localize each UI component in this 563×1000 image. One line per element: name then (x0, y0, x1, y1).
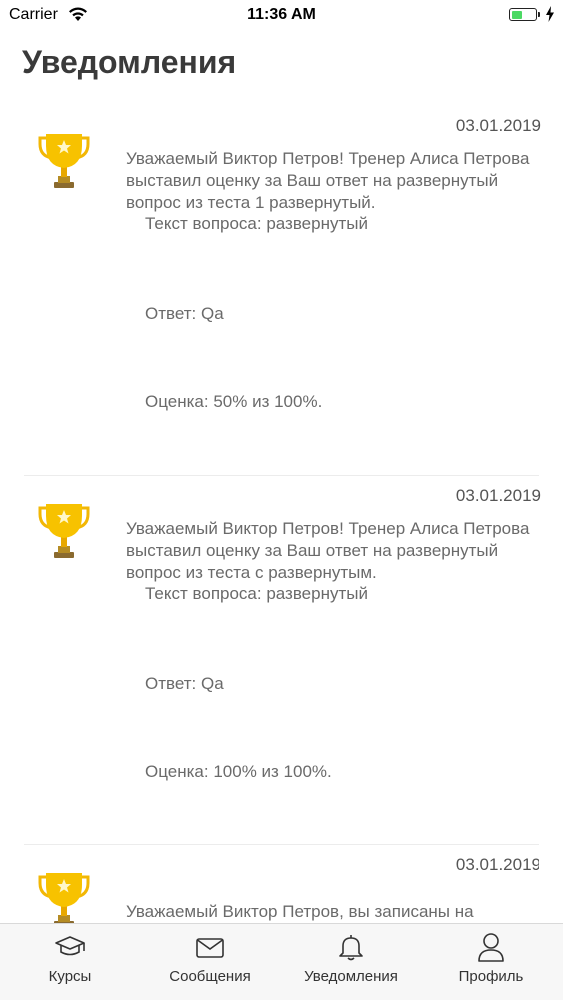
battery-icon (509, 8, 540, 21)
trophy-icon (38, 504, 90, 558)
notification-question: Текст вопроса: развернутый (145, 584, 368, 603)
tab-courses[interactable]: Курсы (0, 924, 140, 1000)
trophy-icon (38, 873, 90, 925)
notification-message: Уважаемый Виктор Петров! Тренер Алиса Пе… (126, 519, 530, 582)
clock: 11:36 AM (247, 6, 316, 23)
tab-bar: Курсы Сообщения Уведомления Профиль (0, 923, 563, 1000)
graduation-cap-icon (55, 936, 85, 956)
notification-item[interactable]: 03.01.2019 Уважаемый Виктор Петров! Трен… (24, 106, 541, 476)
tab-label: Сообщения (169, 968, 251, 985)
notification-item[interactable]: 03.01.2019 Уважаемый Виктор Петров, вы з… (24, 845, 539, 925)
charging-icon (546, 6, 554, 22)
status-bar: Carrier 11:36 AM (0, 0, 563, 30)
notification-message: Уважаемый Виктор Петров, вы записаны на (126, 902, 474, 921)
bell-icon (339, 935, 363, 961)
tab-label: Курсы (48, 968, 92, 985)
tab-messages[interactable]: Сообщения (140, 924, 280, 1000)
notification-grade: Оценка: 50% из 100%. (145, 392, 323, 411)
battery-level (511, 10, 522, 19)
notification-date: 03.01.2019 (455, 486, 541, 505)
tab-label: Профиль (458, 968, 524, 985)
notification-item[interactable]: 03.01.2019 Уважаемый Виктор Петров! Трен… (24, 476, 541, 845)
tab-profile[interactable]: Профиль (421, 924, 561, 1000)
envelope-icon (196, 938, 224, 958)
person-icon (478, 933, 504, 962)
notification-date: 03.01.2019 (455, 855, 539, 874)
page-title: Уведомления (22, 44, 237, 80)
notification-question: Текст вопроса: развернутый (145, 214, 368, 233)
trophy-icon (38, 134, 90, 188)
notification-date: 03.01.2019 (455, 116, 541, 135)
notification-grade: Оценка: 100% из 100%. (145, 762, 332, 781)
tab-label: Уведомления (304, 968, 398, 985)
notification-message: Уважаемый Виктор Петров! Тренер Алиса Пе… (126, 149, 530, 212)
notification-answer: Ответ: Qa (145, 674, 224, 693)
notification-answer: Ответ: Qa (145, 304, 224, 323)
tab-notifications[interactable]: Уведомления (281, 924, 421, 1000)
